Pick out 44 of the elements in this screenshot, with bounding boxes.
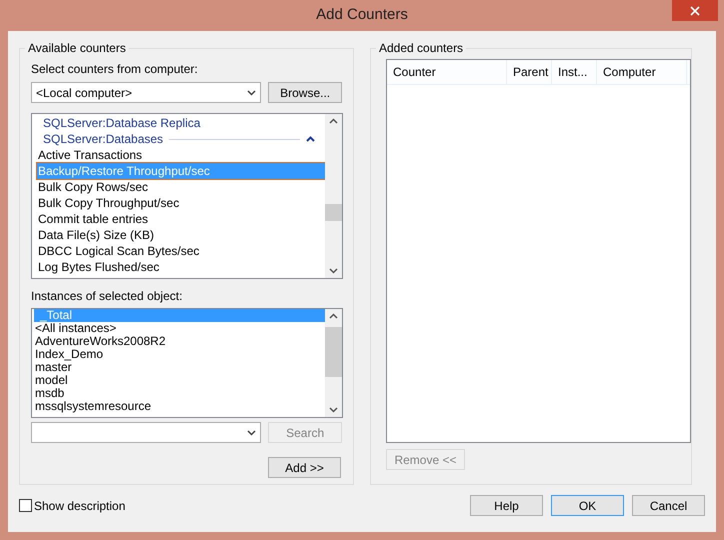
computer-dropdown[interactable]: <Local computer> <box>31 82 262 103</box>
column-header[interactable]: Parent <box>507 60 552 84</box>
checkbox-label[interactable]: Show description <box>34 496 126 514</box>
dialog-button[interactable]: Help <box>470 495 543 516</box>
scroll-up-icon[interactable] <box>329 313 338 319</box>
counter-group-row[interactable]: SQLServer:Databases <box>37 131 325 147</box>
collapse-icon[interactable] <box>306 136 315 142</box>
counter-item[interactable]: DBCC Logical Scan Bytes/sec <box>37 243 325 259</box>
instance-item[interactable]: Index_Demo <box>34 348 325 361</box>
instance-item[interactable]: msdb <box>34 387 325 400</box>
window-title: Add Counters <box>316 5 408 26</box>
scrollbar[interactable] <box>325 114 342 278</box>
counter-item[interactable]: Commit table entries <box>37 211 325 227</box>
counter-item[interactable]: Bulk Copy Throughput/sec <box>37 195 325 211</box>
column-header[interactable]: Computer <box>597 60 687 84</box>
add-button[interactable]: Add >> <box>268 457 341 478</box>
browse-button[interactable]: Browse... <box>268 82 342 103</box>
chevron-down-icon <box>247 430 256 436</box>
chevron-down-icon <box>247 90 256 96</box>
scroll-down-icon[interactable] <box>329 407 338 413</box>
column-header[interactable]: Counter <box>387 60 507 84</box>
scroll-down-icon[interactable] <box>329 268 338 274</box>
field-label: Instances of selected object: <box>31 288 184 304</box>
scrollbar[interactable] <box>325 309 342 417</box>
counter-item[interactable]: Active Transactions <box>37 147 325 163</box>
close-button[interactable] <box>672 0 718 21</box>
scroll-up-icon[interactable] <box>329 118 338 124</box>
counter-item[interactable]: Log Bytes Flushed/sec <box>37 259 325 275</box>
instance-item[interactable]: model <box>34 374 325 387</box>
scroll-thumb[interactable] <box>325 327 342 377</box>
counter-item[interactable]: Bulk Copy Rows/sec <box>37 179 325 195</box>
dialog-button[interactable]: Cancel <box>632 495 705 516</box>
checkbox[interactable] <box>19 499 32 512</box>
field-label: Select counters from computer: <box>31 61 199 77</box>
instance-item[interactable]: master <box>34 361 325 374</box>
close-icon <box>690 6 700 16</box>
counter-item[interactable]: Data File(s) Size (KB) <box>37 227 325 243</box>
column-header[interactable]: Inst... <box>552 60 597 84</box>
scroll-thumb[interactable] <box>325 204 342 221</box>
instance-item[interactable]: AdventureWorks2008R2 <box>34 335 325 348</box>
instance-item[interactable]: mssqlsystemresource <box>34 400 325 413</box>
dialog-button[interactable]: OK <box>551 495 624 516</box>
counter-group-row[interactable]: SQLServer:Database Replica <box>37 115 325 131</box>
instance-item[interactable]: <All instances> <box>34 322 325 335</box>
